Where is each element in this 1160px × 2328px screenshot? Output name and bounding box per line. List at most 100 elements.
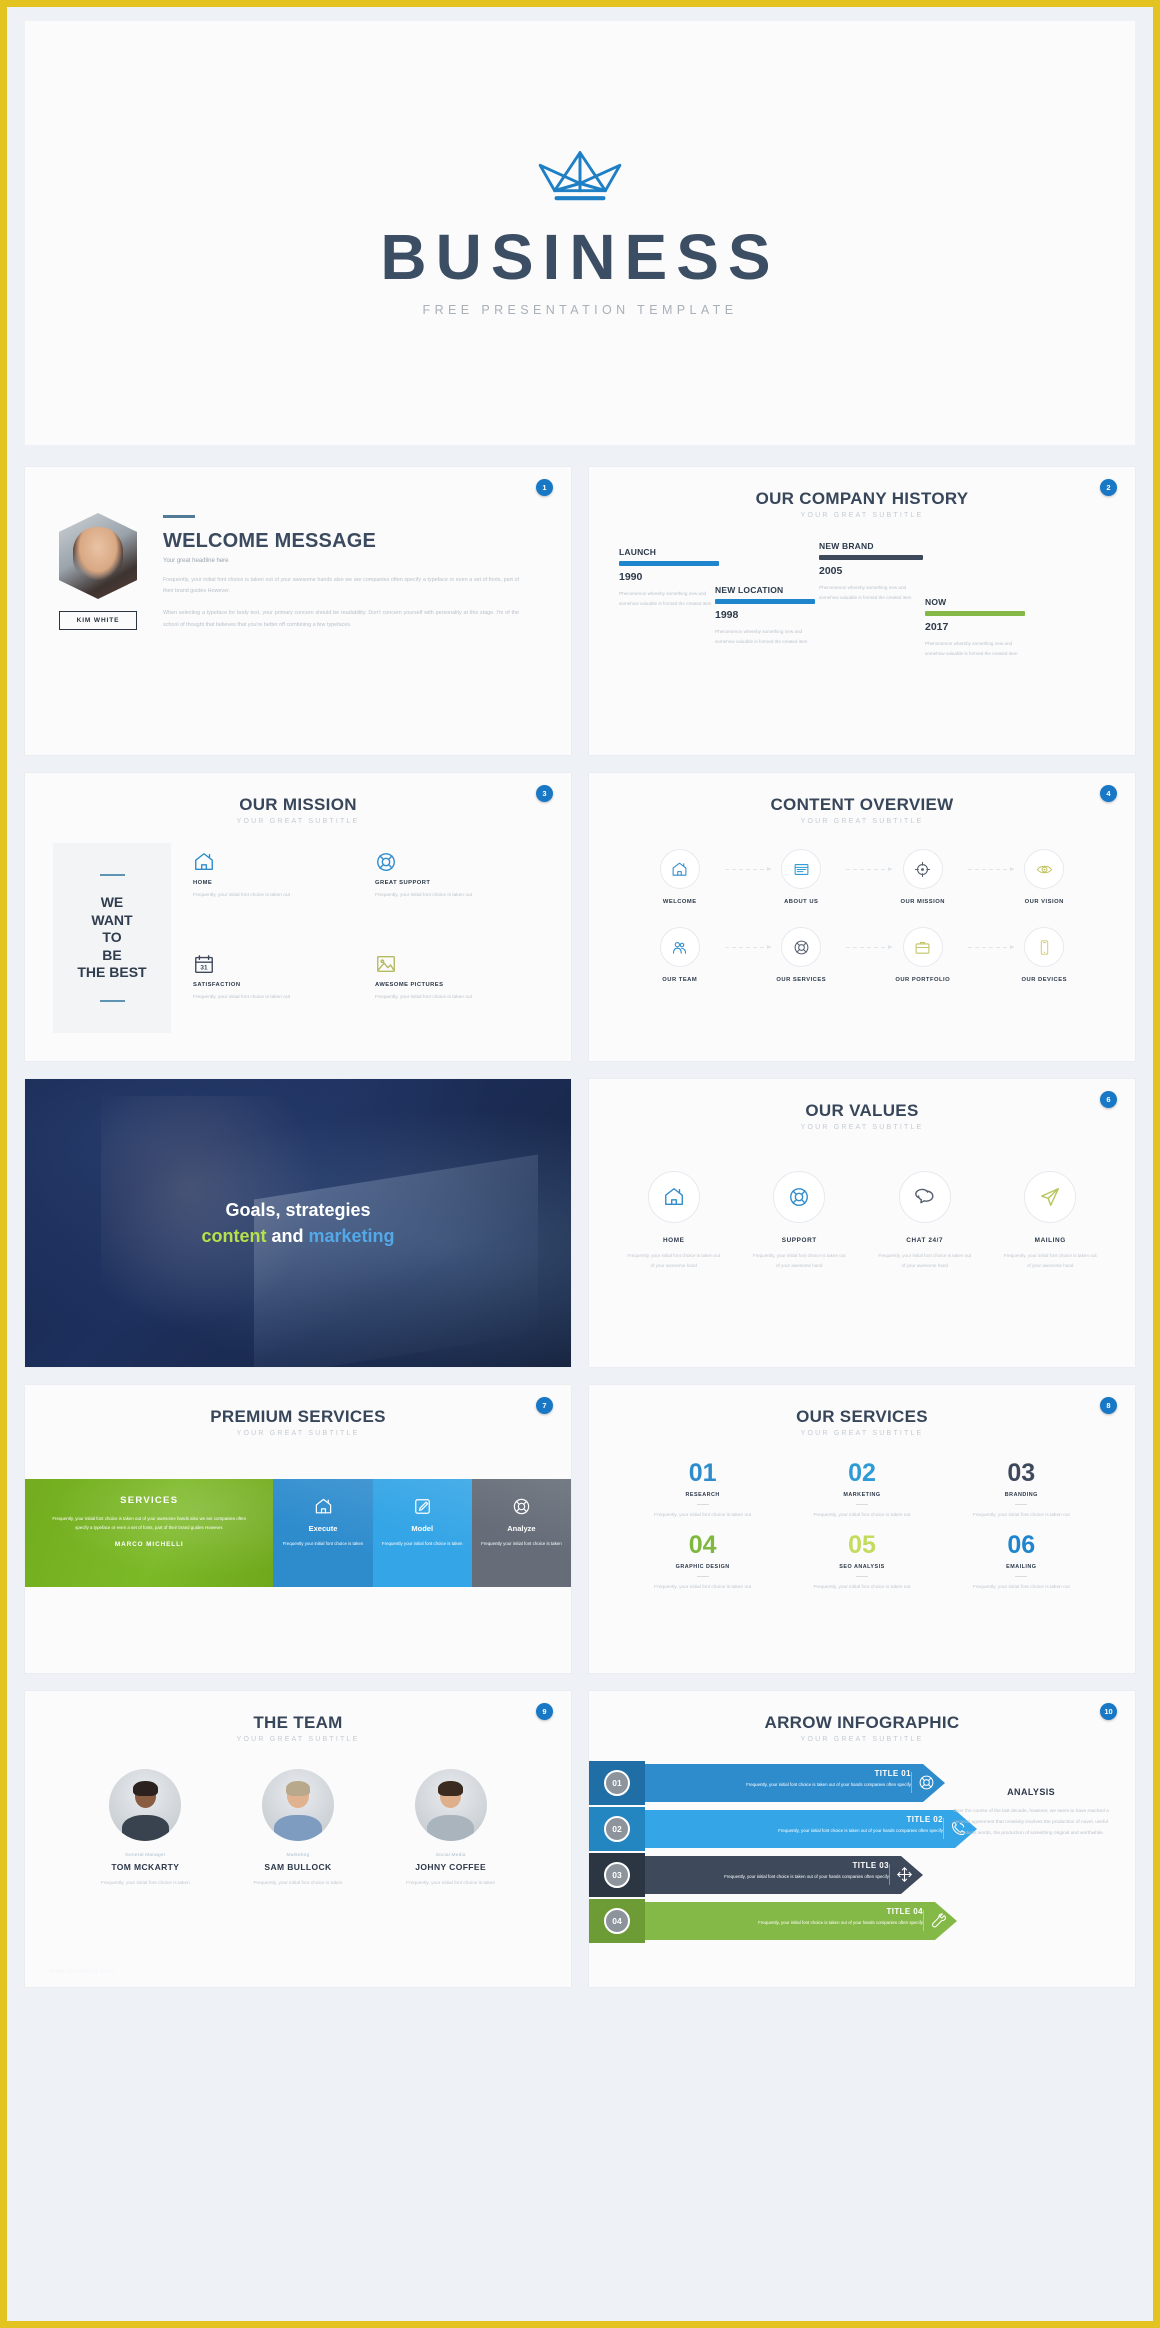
timeline-bar	[925, 611, 1025, 616]
slide-our-services[interactable]: 8 OUR SERVICES YOUR GREAT SUBTITLE 01 RES…	[589, 1385, 1135, 1673]
overview-item[interactable]: OUR DEVICES	[984, 927, 1106, 983]
arrow-body: TITLE 01 Frequently, your initial font ch…	[645, 1764, 945, 1802]
analysis-text: Over the course of the last decade, howe…	[953, 1809, 1109, 1836]
overview-label: OUR TEAM	[662, 977, 698, 983]
home-icon	[647, 1171, 700, 1223]
overview-label: OUR SERVICES	[776, 977, 827, 983]
member-name: SAM BULLOCK	[264, 1862, 332, 1872]
service-text: Frequently, your initial font choice is …	[813, 1513, 911, 1518]
caption-marketing-word: marketing	[308, 1226, 395, 1246]
member-role: Social Media	[435, 1853, 466, 1858]
member-text: Frequently, your initial font choice is …	[100, 1881, 190, 1886]
premium-card-label: Execute	[308, 1524, 338, 1533]
arrow-number: 02	[604, 1816, 630, 1842]
value-item: SUPPORT Frequently, your initial font cho…	[737, 1171, 863, 1271]
slide-badge: 1	[536, 479, 553, 496]
value-text: Frequently, your initial font choice is …	[878, 1253, 972, 1269]
slide-title: PREMIUM SERVICES	[210, 1407, 386, 1426]
services-panel-text: Frequently, your initial font choice is …	[52, 1516, 247, 1531]
arrow-rows: 01 TITLE 01 Frequently, your initial font …	[589, 1761, 928, 1945]
service-number: 06	[1007, 1531, 1036, 1560]
feature-text: Frequently, your initial font choice is …	[375, 893, 472, 898]
slide-badge: 8	[1100, 1397, 1117, 1414]
slide-heading: WELCOME MESSAGE	[163, 529, 377, 552]
slide-badge: 4	[1100, 785, 1117, 802]
calendar-icon: 31	[193, 953, 215, 975]
team-members: General Manager TOM MCKARTY Frequently, yo…	[25, 1743, 571, 1890]
slide-our-mission[interactable]: 3 OUR MISSION YOUR GREAT SUBTITLE WE WANT…	[25, 773, 571, 1061]
lifebuoy-icon	[918, 1774, 935, 1791]
divider	[855, 1504, 868, 1505]
value-text: Frequently, your initial font choice is …	[1003, 1253, 1097, 1269]
overview-item[interactable]: ABOUT US	[741, 849, 892, 905]
timeline-item: LAUNCH 1990 Phenomenon whereby something n…	[619, 547, 719, 610]
lifebuoy-icon	[781, 927, 822, 967]
feature-label: GREAT SUPPORT	[375, 880, 431, 886]
paragraph-1: Frequently, your initial font choice is …	[163, 576, 519, 594]
slide-welcome-message[interactable]: 1 KIM WHITE WELCOME MESSAGE Your great h…	[25, 467, 571, 755]
timeline-text: Phenomenon whereby something new and som…	[715, 629, 808, 645]
premium-card[interactable]: Execute Frequently your initial font choi…	[273, 1479, 373, 1587]
premium-card-label: Analyze	[507, 1524, 536, 1533]
member-text: Frequently, your initial font choice is …	[406, 1881, 496, 1886]
edit-icon	[413, 1497, 432, 1516]
overview-item[interactable]: OUR SERVICES	[741, 927, 892, 983]
svg-text:31: 31	[200, 965, 208, 972]
arrow-text: Frequently, your initial font choice is …	[778, 1828, 943, 1833]
slides-grid: 1 KIM WHITE WELCOME MESSAGE Your great h…	[25, 467, 1135, 1987]
slide-our-values[interactable]: 6 OUR VALUES YOUR GREAT SUBTITLE HOME Fre…	[589, 1079, 1135, 1367]
arrow-title: TITLE 02	[906, 1815, 943, 1824]
avatar	[414, 1769, 487, 1841]
overview-item[interactable]: OUR PORTFOLIO	[862, 927, 1014, 983]
timeline-text: Phenomenon whereby something new and som…	[925, 641, 1018, 657]
divider	[855, 1576, 868, 1578]
overview-item[interactable]: WELCOME	[619, 849, 771, 905]
slide-subtitle: YOUR GREAT SUBTITLE	[236, 818, 360, 825]
service-label: RESEARCH	[685, 1492, 720, 1498]
overview-item[interactable]: OUR VISION	[984, 849, 1106, 905]
timeline-item: NEW BRAND 2005 Phenomenon whereby somethin…	[819, 541, 923, 604]
slide-title: OUR SERVICES	[796, 1407, 928, 1426]
timeline-label: NOW	[925, 597, 947, 607]
divider	[696, 1576, 709, 1578]
overview-item[interactable]: OUR TEAM	[619, 927, 771, 983]
value-item: MAILING Frequently, your initial font cho…	[988, 1171, 1114, 1271]
slide-premium-services[interactable]: 7 PREMIUM SERVICES YOUR GREAT SUBTITLE S…	[25, 1385, 571, 1673]
value-label: HOME	[662, 1237, 685, 1244]
mission-features: HOME Frequently, your initial font choice…	[193, 843, 543, 1033]
timeline-year: 2005	[819, 565, 843, 577]
service-item: 04 GRAPHIC DESIGN Frequently, your initial…	[623, 1533, 782, 1593]
avatar	[109, 1769, 182, 1841]
service-number: 01	[688, 1459, 717, 1487]
services-panel-author: MARCO MICHELLI	[114, 1540, 184, 1548]
slide-company-history[interactable]: 2 OUR COMPANY HISTORY YOUR GREAT SUBTITL…	[589, 467, 1135, 755]
slide-the-team[interactable]: 9 THE TEAM YOUR GREAT SUBTITLE General M…	[25, 1691, 571, 1987]
arrow-text: Frequently, your initial font choice is …	[758, 1920, 923, 1925]
premium-card[interactable]: Analyze Frequently your initial font choi…	[471, 1479, 571, 1587]
team-member: Social Media JOHNY COFFEE Frequently, your…	[374, 1769, 527, 1890]
arrow-row: 01 TITLE 01 Frequently, your initial font …	[589, 1761, 928, 1805]
slide-badge: 7	[536, 1397, 553, 1414]
timeline-bar	[819, 555, 923, 560]
arrow-text: Frequently, your initial font choice is …	[724, 1874, 889, 1879]
overview-item[interactable]: OUR MISSION	[862, 849, 1014, 905]
premium-card-text: Frequently your initial font choice is t…	[282, 1541, 364, 1546]
slide-subtitle: YOUR GREAT SUBTITLE	[236, 1430, 360, 1437]
accent-rule	[163, 515, 195, 518]
slide-goals-strategies[interactable]: Goals, strategies content and marketing	[25, 1079, 571, 1367]
service-item: 02 MARKETING Frequently, your initial font…	[782, 1461, 941, 1521]
mission-callout: WE WANT TO BE THE BEST	[53, 843, 171, 1033]
slide-content-overview[interactable]: 4 CONTENT OVERVIEW YOUR GREAT SUBTITLE W…	[589, 773, 1135, 1061]
services-items: 01 RESEARCH Frequently, your initial font …	[589, 1437, 1135, 1594]
member-name: JOHNY COFFEE	[415, 1862, 487, 1872]
slide-badge: 9	[536, 1703, 553, 1720]
slide-arrow-infographic[interactable]: 10 ARROW INFOGRAPHIC YOUR GREAT SUBTITLE…	[589, 1691, 1135, 1987]
support-icon	[375, 851, 397, 873]
overview-label: ABOUT US	[784, 899, 819, 905]
send-icon	[1024, 1171, 1077, 1223]
divider	[1015, 1504, 1028, 1505]
paragraph-2: When selecting a typeface for body text,…	[163, 610, 519, 628]
mission-feature: AWESOME PICTURES Frequently, your initial…	[375, 953, 543, 1033]
slide-subtitle: YOUR GREAT SUBTITLE	[800, 1736, 924, 1743]
premium-card[interactable]: Model Frequently your initial font choice…	[372, 1479, 472, 1587]
